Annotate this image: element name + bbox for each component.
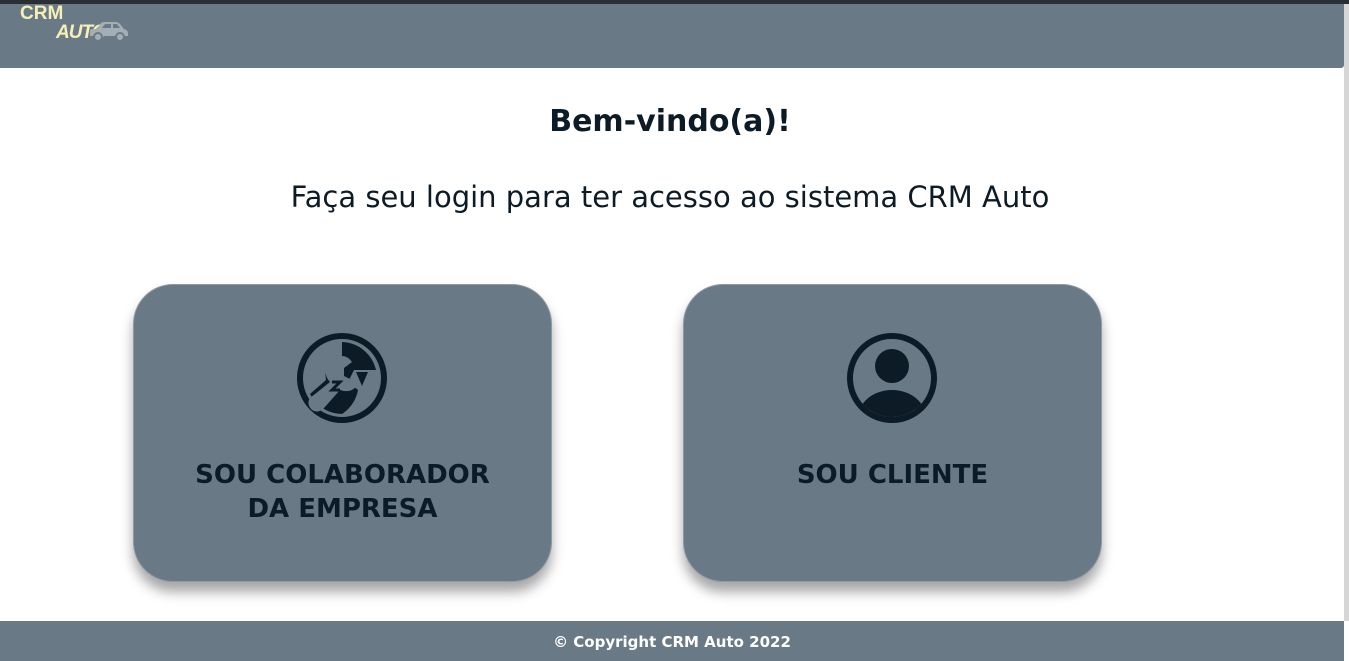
client-card-label: SOU CLIENTE xyxy=(684,458,1101,492)
car-icon xyxy=(90,22,128,42)
logo-text-crm: CRM xyxy=(20,3,64,24)
welcome-heading: Bem-vindo(a)! xyxy=(549,104,791,139)
wrench-icon xyxy=(297,333,387,423)
client-card-label-line1: SOU CLIENTE xyxy=(796,460,989,490)
client-login-card[interactable]: SOU CLIENTE xyxy=(683,284,1102,582)
employee-login-card[interactable]: SOU COLABORADOR DA EMPRESA xyxy=(133,284,552,582)
footer: © Copyright CRM Auto 2022 xyxy=(0,621,1344,661)
scrollbar[interactable] xyxy=(1344,4,1349,621)
user-circle-icon xyxy=(847,333,937,423)
logo[interactable]: CRM AUTO xyxy=(20,4,135,48)
login-subtitle: Faça seu login para ter acesso ao sistem… xyxy=(290,180,1050,214)
employee-card-label: SOU COLABORADOR DA EMPRESA xyxy=(134,458,551,526)
employee-card-label-line2: DA EMPRESA xyxy=(247,494,438,524)
copyright-text: © Copyright CRM Auto 2022 xyxy=(553,633,791,651)
employee-card-label-line1: SOU COLABORADOR xyxy=(195,460,490,490)
top-navbar: CRM AUTO xyxy=(0,4,1344,68)
